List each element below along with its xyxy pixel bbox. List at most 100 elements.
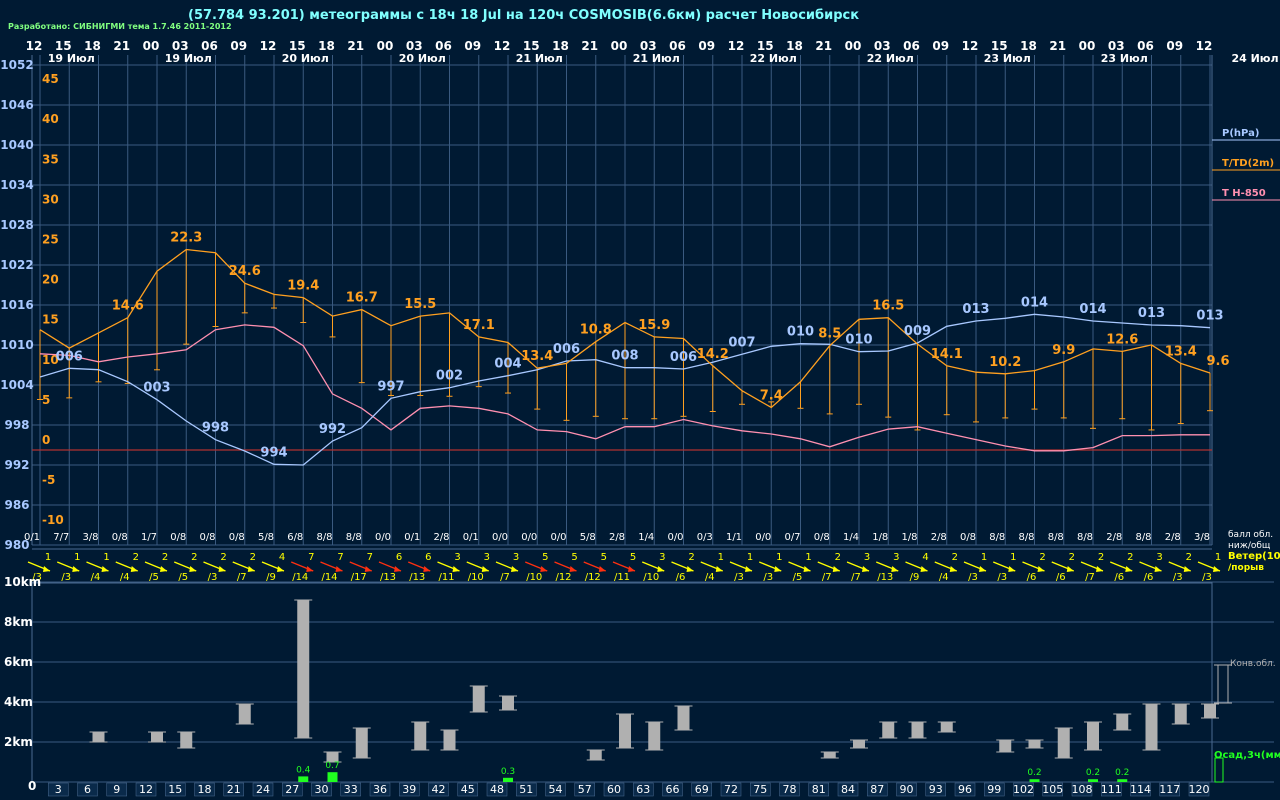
pressure-tick-label: 1034 [0, 178, 33, 192]
precip-value: 0.7 [325, 761, 339, 771]
wind-gust: /10 [643, 572, 659, 583]
cloud-cover-value: 1/8 [901, 532, 917, 543]
cloud-cover-value: 0/8 [112, 532, 128, 543]
wind-gust: /13 [409, 572, 425, 583]
wind-speed: 6 [396, 552, 402, 563]
hour-tick-label: 09 [1166, 39, 1183, 53]
wind-arrow-head [1037, 566, 1045, 572]
wind-row-label: /порыв [1228, 563, 1264, 573]
wind-arrow-head [247, 566, 255, 572]
wind-speed: 2 [1098, 552, 1104, 563]
wind-arrow-head [189, 566, 197, 572]
hour-tick-label: 03 [640, 39, 657, 53]
lead-hour-label: 63 [636, 783, 650, 796]
lead-hour-label: 99 [987, 783, 1001, 796]
wind-arrow-head [569, 566, 577, 572]
temperature-data-label: 13.4 [1165, 344, 1197, 359]
hour-tick-label: 12 [260, 39, 277, 53]
hour-tick-label: 12 [962, 39, 979, 53]
wind-speed: 6 [425, 552, 431, 563]
pressure-data-label: 006 [553, 342, 580, 357]
precip-value: 0.2 [1115, 768, 1129, 778]
cloud-cover-value: 2/8 [1165, 532, 1181, 543]
lead-hour-label: 96 [958, 783, 972, 796]
lead-hour-label: 51 [519, 783, 533, 796]
day-label: 22 Июл [867, 52, 914, 65]
temperature-data-label: 15.9 [638, 318, 670, 333]
temperature-data-label: 14.2 [697, 347, 729, 362]
temperature-tick-label: 40 [42, 112, 59, 126]
day-label: 23 Июл [1101, 52, 1148, 65]
convective-cloud-bar [1145, 704, 1158, 750]
convective-panel: 10km8km6km4km2km00.4 0.70.3 0.2 0.2 0.23 6 9 12… [4, 575, 1219, 798]
lead-hour-label: 39 [402, 783, 416, 796]
lead-hour-label: 15 [168, 783, 182, 796]
wind-speed: 1 [103, 552, 109, 563]
cloud-cover-value: 8/8 [1135, 532, 1151, 543]
cloud-cover-value: 3/8 [82, 532, 98, 543]
hour-tick-label: 15 [55, 39, 72, 53]
wind-gust: /4 [939, 572, 949, 583]
lead-hour-label: 114 [1130, 783, 1151, 796]
hour-tick-label: 09 [230, 39, 247, 53]
temperature-tick-label: 30 [42, 192, 59, 206]
cloud-cover-value: 0/1 [404, 532, 420, 543]
wind-gust: /6 [1027, 572, 1037, 583]
wind-speed: 3 [1156, 552, 1162, 563]
temperature-data-label: 22.3 [170, 231, 202, 246]
wind-gust: /3 [1202, 572, 1212, 583]
wind-arrow-head [1154, 566, 1162, 572]
convective-cloud-bar [443, 730, 456, 750]
pressure-tick-label: 992 [4, 458, 29, 472]
hour-tick-label: 03 [874, 39, 891, 53]
lead-hour-label: 18 [198, 783, 212, 796]
convective-cloud-bar [823, 752, 836, 758]
wind-speed: 2 [162, 552, 168, 563]
pressure-tick-label: 986 [4, 498, 29, 512]
cloud-cover-value: 8/8 [346, 532, 362, 543]
lead-hour-label: 90 [900, 783, 914, 796]
wind-arrow-head [43, 566, 50, 572]
pressure-data-label: 997 [377, 379, 404, 394]
day-label: 21 Июл [633, 52, 680, 65]
hour-tick-label: 21 [347, 39, 364, 53]
precip-value: 0.2 [1086, 768, 1100, 778]
pressure-data-label: 013 [962, 302, 989, 317]
pressure-data-label: 998 [202, 421, 229, 436]
wind-speed: 4 [279, 552, 285, 563]
convective-cloud-bar [414, 722, 427, 750]
wind-speed: 2 [835, 552, 841, 563]
hour-tick-label: 15 [757, 39, 774, 53]
hour-tick-label: 21 [1049, 39, 1066, 53]
convective-cloud-bar [151, 732, 163, 742]
wind-speed: 1 [981, 552, 987, 563]
wind-speed: 7 [308, 552, 314, 563]
height-tick-label: 0 [28, 779, 36, 793]
pressure-tick-label: 1016 [0, 298, 33, 312]
wind-gust: /6 [676, 572, 686, 583]
lead-hour-label: 66 [666, 783, 680, 796]
wind-arrow-head [394, 566, 401, 572]
convective-cloud-bar [1174, 704, 1187, 724]
wind-arrow-head [1213, 566, 1220, 572]
cloud-cover-value: 1/1 [726, 532, 742, 543]
lead-hour-label: 6 [84, 783, 91, 796]
cloud-cover-value: 0/7 [784, 532, 800, 543]
wind-arrow-head [715, 566, 723, 572]
wind-speed: 2 [191, 552, 197, 563]
temperature-data-label: 24.6 [229, 264, 261, 279]
wind-gust: /7 [851, 572, 861, 583]
pressure-data-label: 006 [670, 350, 697, 365]
convective-cloud-bar [1116, 714, 1129, 730]
wind-arrow-head [949, 566, 957, 572]
cloud-cover-value: 8/8 [316, 532, 332, 543]
wind-speed: 5 [542, 552, 548, 563]
pressure-tick-label: 1046 [0, 98, 33, 112]
convective-cloud-bar [911, 722, 924, 738]
pressure-data-label: 010 [845, 333, 872, 348]
temperature-data-label: 14.1 [931, 347, 963, 362]
hour-tick-label: 06 [669, 39, 686, 53]
pressure-tick-label: 998 [4, 418, 29, 432]
wind-speed: 2 [688, 552, 694, 563]
height-tick-label: 6km [4, 655, 33, 669]
